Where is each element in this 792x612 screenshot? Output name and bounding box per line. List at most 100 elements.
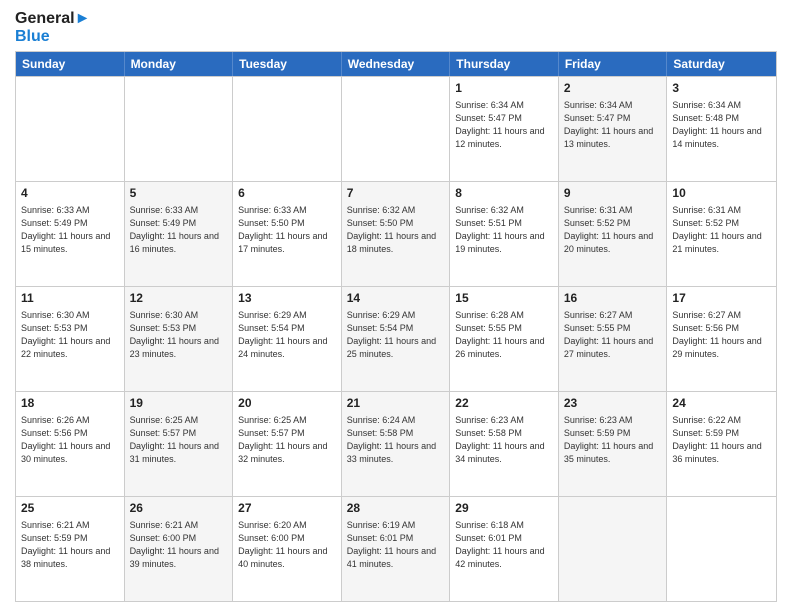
cell-info: Sunrise: 6:32 AM Sunset: 5:51 PM Dayligh…	[455, 204, 553, 256]
cal-cell-r1c0: 4 Sunrise: 6:33 AM Sunset: 5:49 PM Daylig…	[16, 182, 125, 286]
day-number: 2	[564, 80, 662, 97]
cell-info: Sunrise: 6:20 AM Sunset: 6:00 PM Dayligh…	[238, 519, 336, 571]
day-number: 7	[347, 185, 445, 202]
cell-info: Sunrise: 6:33 AM Sunset: 5:49 PM Dayligh…	[21, 204, 119, 256]
cal-cell-r3c4: 22Sunrise: 6:23 AM Sunset: 5:58 PM Dayli…	[450, 392, 559, 496]
cal-cell-r0c3	[342, 77, 451, 181]
cal-cell-r0c1	[125, 77, 234, 181]
col-header-monday: Monday	[125, 52, 234, 76]
cell-info: Sunrise: 6:21 AM Sunset: 5:59 PM Dayligh…	[21, 519, 119, 571]
cal-week-4: 18 Sunrise: 6:26 AM Sunset: 5:56 PM Dayli…	[16, 391, 776, 496]
cal-cell-r0c4: 1 Sunrise: 6:34 AM Sunset: 5:47 PM Daylig…	[450, 77, 559, 181]
logo-wordmark: General► Blue	[15, 10, 90, 45]
cal-cell-r1c4: 8 Sunrise: 6:32 AM Sunset: 5:51 PM Daylig…	[450, 182, 559, 286]
cell-info: Sunrise: 6:31 AM Sunset: 5:52 PM Dayligh…	[564, 204, 662, 256]
cell-info: Sunrise: 6:23 AM Sunset: 5:59 PM Dayligh…	[564, 414, 662, 466]
day-number: 13	[238, 290, 336, 307]
cal-week-1: 1 Sunrise: 6:34 AM Sunset: 5:47 PM Daylig…	[16, 76, 776, 181]
cal-cell-r0c2	[233, 77, 342, 181]
cell-info: Sunrise: 6:28 AM Sunset: 5:55 PM Dayligh…	[455, 309, 553, 361]
day-number: 25	[21, 500, 119, 517]
day-number: 19	[130, 395, 228, 412]
calendar: SundayMondayTuesdayWednesdayThursdayFrid…	[15, 51, 777, 602]
day-number: 26	[130, 500, 228, 517]
calendar-body: 1 Sunrise: 6:34 AM Sunset: 5:47 PM Daylig…	[16, 76, 776, 601]
cal-cell-r4c5	[559, 497, 668, 601]
day-number: 6	[238, 185, 336, 202]
cell-info: Sunrise: 6:25 AM Sunset: 5:57 PM Dayligh…	[238, 414, 336, 466]
cal-cell-r1c3: 7 Sunrise: 6:32 AM Sunset: 5:50 PM Daylig…	[342, 182, 451, 286]
col-header-friday: Friday	[559, 52, 668, 76]
cell-info: Sunrise: 6:32 AM Sunset: 5:50 PM Dayligh…	[347, 204, 445, 256]
day-number: 24	[672, 395, 771, 412]
day-number: 23	[564, 395, 662, 412]
day-number: 28	[347, 500, 445, 517]
cal-cell-r3c6: 24 Sunrise: 6:22 AM Sunset: 5:59 PM Dayli…	[667, 392, 776, 496]
cal-cell-r1c6: 10Sunrise: 6:31 AM Sunset: 5:52 PM Dayli…	[667, 182, 776, 286]
cal-cell-r1c1: 5 Sunrise: 6:33 AM Sunset: 5:49 PM Daylig…	[125, 182, 234, 286]
cell-info: Sunrise: 6:27 AM Sunset: 5:56 PM Dayligh…	[672, 309, 771, 361]
day-number: 17	[672, 290, 771, 307]
cell-info: Sunrise: 6:22 AM Sunset: 5:59 PM Dayligh…	[672, 414, 771, 466]
cal-cell-r4c0: 25 Sunrise: 6:21 AM Sunset: 5:59 PM Dayli…	[16, 497, 125, 601]
cell-info: Sunrise: 6:25 AM Sunset: 5:57 PM Dayligh…	[130, 414, 228, 466]
cell-info: Sunrise: 6:27 AM Sunset: 5:55 PM Dayligh…	[564, 309, 662, 361]
col-header-thursday: Thursday	[450, 52, 559, 76]
cell-info: Sunrise: 6:18 AM Sunset: 6:01 PM Dayligh…	[455, 519, 553, 571]
page-header: General► Blue	[15, 10, 777, 45]
cal-cell-r0c6: 3Sunrise: 6:34 AM Sunset: 5:48 PM Daylig…	[667, 77, 776, 181]
cal-cell-r2c6: 17 Sunrise: 6:27 AM Sunset: 5:56 PM Dayli…	[667, 287, 776, 391]
day-number: 14	[347, 290, 445, 307]
cell-info: Sunrise: 6:30 AM Sunset: 5:53 PM Dayligh…	[21, 309, 119, 361]
cell-info: Sunrise: 6:30 AM Sunset: 5:53 PM Dayligh…	[130, 309, 228, 361]
cal-cell-r3c2: 20Sunrise: 6:25 AM Sunset: 5:57 PM Dayli…	[233, 392, 342, 496]
day-number: 16	[564, 290, 662, 307]
cal-cell-r3c5: 23 Sunrise: 6:23 AM Sunset: 5:59 PM Dayli…	[559, 392, 668, 496]
cal-cell-r1c2: 6 Sunrise: 6:33 AM Sunset: 5:50 PM Daylig…	[233, 182, 342, 286]
cell-info: Sunrise: 6:21 AM Sunset: 6:00 PM Dayligh…	[130, 519, 228, 571]
cal-week-5: 25 Sunrise: 6:21 AM Sunset: 5:59 PM Dayli…	[16, 496, 776, 601]
cell-info: Sunrise: 6:33 AM Sunset: 5:49 PM Dayligh…	[130, 204, 228, 256]
col-header-tuesday: Tuesday	[233, 52, 342, 76]
day-number: 15	[455, 290, 553, 307]
cell-info: Sunrise: 6:33 AM Sunset: 5:50 PM Dayligh…	[238, 204, 336, 256]
cal-cell-r4c4: 29 Sunrise: 6:18 AM Sunset: 6:01 PM Dayli…	[450, 497, 559, 601]
day-number: 8	[455, 185, 553, 202]
cal-cell-r1c5: 9 Sunrise: 6:31 AM Sunset: 5:52 PM Daylig…	[559, 182, 668, 286]
logo: General► Blue	[15, 10, 90, 45]
cal-cell-r4c1: 26 Sunrise: 6:21 AM Sunset: 6:00 PM Dayli…	[125, 497, 234, 601]
cal-cell-r2c5: 16 Sunrise: 6:27 AM Sunset: 5:55 PM Dayli…	[559, 287, 668, 391]
cal-cell-r0c0	[16, 77, 125, 181]
day-number: 27	[238, 500, 336, 517]
day-number: 5	[130, 185, 228, 202]
cal-cell-r0c5: 2Sunrise: 6:34 AM Sunset: 5:47 PM Daylig…	[559, 77, 668, 181]
day-number: 18	[21, 395, 119, 412]
cal-cell-r3c3: 21Sunrise: 6:24 AM Sunset: 5:58 PM Dayli…	[342, 392, 451, 496]
cell-info: Sunrise: 6:19 AM Sunset: 6:01 PM Dayligh…	[347, 519, 445, 571]
cal-cell-r4c6	[667, 497, 776, 601]
day-number: 3	[672, 80, 771, 97]
cal-cell-r2c3: 14 Sunrise: 6:29 AM Sunset: 5:54 PM Dayli…	[342, 287, 451, 391]
cal-cell-r2c0: 11 Sunrise: 6:30 AM Sunset: 5:53 PM Dayli…	[16, 287, 125, 391]
cell-info: Sunrise: 6:29 AM Sunset: 5:54 PM Dayligh…	[347, 309, 445, 361]
cal-week-2: 4 Sunrise: 6:33 AM Sunset: 5:49 PM Daylig…	[16, 181, 776, 286]
day-number: 9	[564, 185, 662, 202]
cal-cell-r2c1: 12 Sunrise: 6:30 AM Sunset: 5:53 PM Dayli…	[125, 287, 234, 391]
cal-week-3: 11 Sunrise: 6:30 AM Sunset: 5:53 PM Dayli…	[16, 286, 776, 391]
cal-cell-r4c2: 27 Sunrise: 6:20 AM Sunset: 6:00 PM Dayli…	[233, 497, 342, 601]
cell-info: Sunrise: 6:26 AM Sunset: 5:56 PM Dayligh…	[21, 414, 119, 466]
col-header-sunday: Sunday	[16, 52, 125, 76]
day-number: 29	[455, 500, 553, 517]
col-header-wednesday: Wednesday	[342, 52, 451, 76]
cal-cell-r3c1: 19 Sunrise: 6:25 AM Sunset: 5:57 PM Dayli…	[125, 392, 234, 496]
cal-cell-r2c2: 13Sunrise: 6:29 AM Sunset: 5:54 PM Dayli…	[233, 287, 342, 391]
day-number: 11	[21, 290, 119, 307]
day-number: 4	[21, 185, 119, 202]
cell-info: Sunrise: 6:34 AM Sunset: 5:47 PM Dayligh…	[455, 99, 553, 151]
cell-info: Sunrise: 6:23 AM Sunset: 5:58 PM Dayligh…	[455, 414, 553, 466]
day-number: 1	[455, 80, 553, 97]
calendar-header: SundayMondayTuesdayWednesdayThursdayFrid…	[16, 52, 776, 76]
cell-info: Sunrise: 6:24 AM Sunset: 5:58 PM Dayligh…	[347, 414, 445, 466]
cal-cell-r4c3: 28 Sunrise: 6:19 AM Sunset: 6:01 PM Dayli…	[342, 497, 451, 601]
day-number: 12	[130, 290, 228, 307]
